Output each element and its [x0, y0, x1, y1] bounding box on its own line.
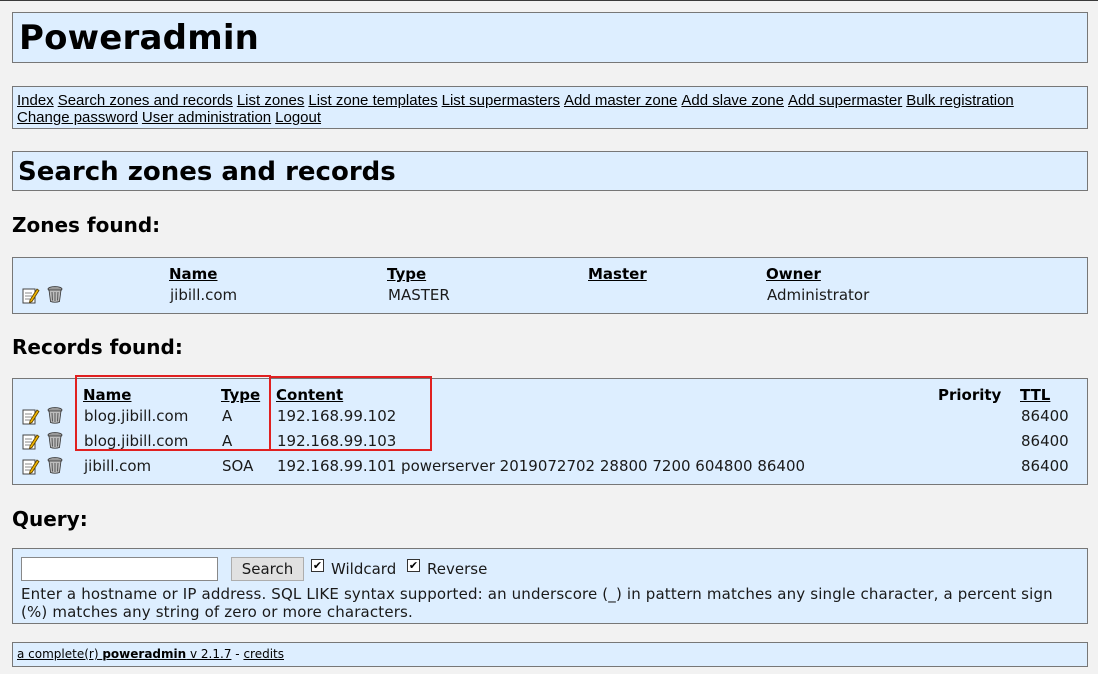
- records-heading: Records found:: [12, 335, 183, 359]
- menu-index[interactable]: Index: [17, 92, 54, 109]
- zone-type: MASTER: [388, 286, 450, 304]
- page-title-bar: Search zones and records: [12, 151, 1088, 191]
- edit-icon[interactable]: [22, 432, 40, 450]
- app-title: Poweradmin: [19, 18, 260, 58]
- footer-app-name: poweradmin: [102, 647, 187, 661]
- menu-row-2: Change password User administration Logout: [17, 109, 325, 126]
- record-ttl: 86400: [1021, 432, 1069, 450]
- reverse-label: Reverse: [427, 560, 488, 578]
- zones-col-type[interactable]: Type: [387, 265, 426, 283]
- wildcard-label: Wildcard: [331, 560, 397, 578]
- zone-owner: Administrator: [767, 286, 870, 304]
- menu-add-master-zone[interactable]: Add master zone: [564, 92, 677, 109]
- record-name: jibill.com: [84, 457, 152, 475]
- menu-list-supermasters[interactable]: List supermasters: [442, 92, 560, 109]
- edit-icon[interactable]: [22, 286, 40, 304]
- edit-icon[interactable]: [22, 407, 40, 425]
- query-form: Search ✔ Wildcard ✔ Reverse Enter a host…: [12, 548, 1088, 624]
- app-header: Poweradmin: [12, 12, 1088, 63]
- menu-bulk-registration[interactable]: Bulk registration: [906, 92, 1014, 109]
- highlight-content: [269, 376, 432, 451]
- footer-prefix: a complete(r): [17, 647, 99, 661]
- records-table: Name Type Content Priority TTL blog.jibi…: [12, 375, 1088, 485]
- record-ttl: 86400: [1021, 457, 1069, 475]
- window-top-border: [0, 0, 1098, 1]
- menu-search[interactable]: Search zones and records: [58, 92, 233, 109]
- search-input[interactable]: [21, 557, 218, 581]
- footer-version: v 2.1.7: [190, 647, 232, 661]
- zones-heading: Zones found:: [12, 213, 161, 237]
- menu-add-slave-zone[interactable]: Add slave zone: [681, 92, 784, 109]
- main-menu: Index Search zones and records List zones L…: [12, 86, 1088, 129]
- records-col-priority: Priority: [938, 386, 1002, 404]
- wildcard-checkbox[interactable]: ✔: [311, 559, 324, 572]
- edit-icon[interactable]: [22, 457, 40, 475]
- record-ttl: 86400: [1021, 407, 1069, 425]
- record-content: 192.168.99.101 powerserver 2019072702 28…: [277, 457, 806, 475]
- footer-home-link[interactable]: a complete(r) poweradmin v 2.1.7: [17, 647, 231, 661]
- footer-line: a complete(r) poweradmin v 2.1.7 - credi…: [17, 647, 284, 661]
- trash-icon[interactable]: [46, 285, 64, 303]
- query-heading: Query:: [12, 507, 88, 531]
- menu-user-administration[interactable]: User administration: [142, 109, 271, 126]
- search-button[interactable]: Search: [231, 557, 304, 581]
- menu-logout[interactable]: Logout: [275, 109, 321, 126]
- zone-name[interactable]: jibill.com: [170, 286, 237, 304]
- footer-credits-link[interactable]: credits: [243, 647, 284, 661]
- menu-list-zones[interactable]: List zones: [237, 92, 305, 109]
- footer: a complete(r) poweradmin v 2.1.7 - credi…: [12, 642, 1088, 667]
- menu-list-zone-templates[interactable]: List zone templates: [308, 92, 437, 109]
- zones-col-owner[interactable]: Owner: [766, 265, 821, 283]
- highlight-name-type: [75, 375, 271, 451]
- page-title: Search zones and records: [18, 157, 396, 187]
- zones-col-name[interactable]: Name: [169, 265, 217, 283]
- query-help-text: Enter a hostname or IP address. SQL LIKE…: [21, 585, 1053, 621]
- menu-add-supermaster[interactable]: Add supermaster: [788, 92, 902, 109]
- trash-icon[interactable]: [46, 456, 64, 474]
- footer-separator: -: [235, 647, 240, 661]
- zones-col-master[interactable]: Master: [588, 265, 647, 283]
- menu-change-password[interactable]: Change password: [17, 109, 138, 126]
- menu-row-1: Index Search zones and records List zones L…: [17, 92, 1018, 109]
- record-type: SOA: [222, 457, 254, 475]
- records-col-ttl[interactable]: TTL: [1020, 386, 1050, 404]
- reverse-checkbox[interactable]: ✔: [407, 559, 420, 572]
- trash-icon[interactable]: [46, 431, 64, 449]
- zones-table: Name Type Master Owner jibill.com MASTER…: [12, 257, 1088, 314]
- trash-icon[interactable]: [46, 406, 64, 424]
